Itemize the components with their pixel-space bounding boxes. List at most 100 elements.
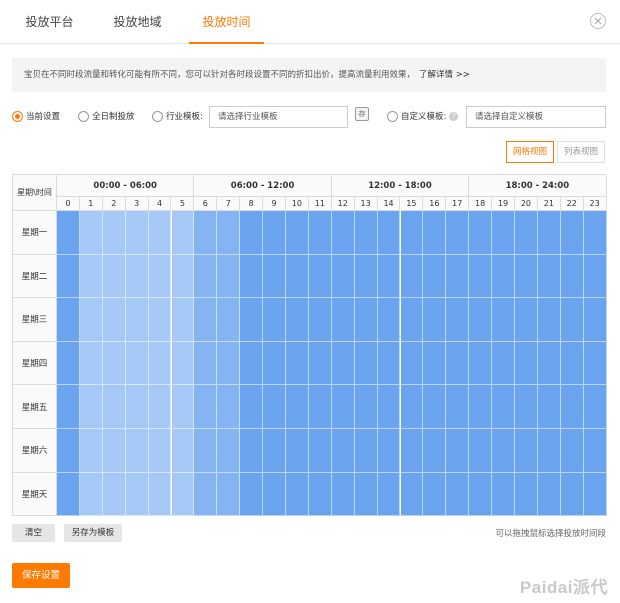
time-slot-cell[interactable] bbox=[560, 429, 584, 473]
tab-platform[interactable]: 投放平台 bbox=[12, 0, 87, 44]
hour-header[interactable]: 4 bbox=[148, 197, 172, 211]
time-slot-cell[interactable] bbox=[194, 211, 218, 255]
time-slot-cell[interactable] bbox=[377, 211, 401, 255]
time-slot-cell[interactable] bbox=[537, 429, 561, 473]
time-slot-cell[interactable] bbox=[148, 385, 172, 429]
clear-button[interactable]: 清空 bbox=[12, 524, 55, 542]
hour-header[interactable]: 6 bbox=[194, 197, 218, 211]
day-label[interactable]: 星期一 bbox=[13, 211, 57, 255]
time-slot-cell[interactable] bbox=[308, 341, 332, 386]
hour-header[interactable]: 21 bbox=[537, 197, 561, 211]
time-slot-cell[interactable] bbox=[240, 298, 264, 342]
time-slot-cell[interactable] bbox=[286, 385, 309, 429]
time-slot-cell[interactable] bbox=[171, 254, 195, 299]
time-slot-cell[interactable] bbox=[377, 254, 401, 299]
time-slot-cell[interactable] bbox=[194, 385, 218, 429]
time-slot-cell[interactable] bbox=[240, 472, 264, 517]
time-slot-cell[interactable] bbox=[537, 385, 561, 429]
time-slot-cell[interactable] bbox=[400, 472, 424, 517]
time-slot-cell[interactable] bbox=[125, 385, 149, 429]
time-slot-cell[interactable] bbox=[469, 254, 493, 299]
time-slot-cell[interactable] bbox=[583, 298, 607, 342]
time-slot-cell[interactable] bbox=[446, 298, 470, 342]
option-current[interactable]: 当前设置 bbox=[12, 110, 60, 122]
time-slot-cell[interactable] bbox=[423, 385, 447, 429]
time-slot-cell[interactable] bbox=[79, 385, 103, 429]
time-slot-cell[interactable] bbox=[286, 429, 309, 473]
day-label[interactable]: 星期五 bbox=[13, 385, 57, 429]
time-slot-cell[interactable] bbox=[263, 385, 286, 429]
time-slot-cell[interactable] bbox=[583, 211, 607, 255]
time-slot-cell[interactable] bbox=[446, 341, 470, 386]
time-slot-cell[interactable] bbox=[446, 429, 470, 473]
hour-header[interactable]: 3 bbox=[125, 197, 149, 211]
radio-allday[interactable] bbox=[78, 110, 89, 122]
time-slot-cell[interactable] bbox=[354, 429, 378, 473]
time-slot-cell[interactable] bbox=[492, 429, 515, 473]
time-slot-cell[interactable] bbox=[537, 211, 561, 255]
hour-header[interactable]: 1 bbox=[79, 197, 103, 211]
time-slot-cell[interactable] bbox=[515, 429, 538, 473]
hour-header[interactable]: 17 bbox=[446, 197, 470, 211]
option-allday[interactable]: 全日制投放 bbox=[78, 110, 135, 122]
time-slot-cell[interactable] bbox=[446, 254, 470, 299]
time-group-header[interactable]: 12:00 - 18:00 bbox=[331, 175, 470, 197]
time-slot-cell[interactable] bbox=[308, 385, 332, 429]
time-slot-cell[interactable] bbox=[537, 254, 561, 299]
time-slot-cell[interactable] bbox=[423, 472, 447, 517]
time-slot-cell[interactable] bbox=[515, 341, 538, 386]
time-slot-cell[interactable] bbox=[400, 298, 424, 342]
time-slot-cell[interactable] bbox=[217, 298, 241, 342]
time-slot-cell[interactable] bbox=[560, 211, 584, 255]
time-slot-cell[interactable] bbox=[148, 211, 172, 255]
time-slot-cell[interactable] bbox=[400, 341, 424, 386]
time-slot-cell[interactable] bbox=[57, 298, 80, 342]
time-slot-cell[interactable] bbox=[171, 341, 195, 386]
time-slot-cell[interactable] bbox=[469, 472, 493, 517]
hour-header[interactable]: 14 bbox=[377, 197, 401, 211]
schedule-grid[interactable]: 星期\时间 00:00 - 06:00 06:00 - 12:00 12:00 - … bbox=[12, 174, 607, 517]
time-slot-cell[interactable] bbox=[583, 472, 607, 517]
time-slot-cell[interactable] bbox=[560, 341, 584, 386]
time-slot-cell[interactable] bbox=[446, 385, 470, 429]
time-slot-cell[interactable] bbox=[217, 429, 241, 473]
time-group-header[interactable]: 00:00 - 06:00 bbox=[57, 175, 195, 197]
time-slot-cell[interactable] bbox=[331, 298, 355, 342]
time-slot-cell[interactable] bbox=[400, 254, 424, 299]
time-slot-cell[interactable] bbox=[102, 254, 126, 299]
time-slot-cell[interactable] bbox=[537, 298, 561, 342]
time-slot-cell[interactable] bbox=[469, 211, 493, 255]
time-slot-cell[interactable] bbox=[148, 472, 172, 517]
time-slot-cell[interactable] bbox=[286, 211, 309, 255]
industry-template-select[interactable]: 请选择行业模板 bbox=[209, 106, 348, 128]
time-slot-cell[interactable] bbox=[331, 254, 355, 299]
time-slot-cell[interactable] bbox=[308, 211, 332, 255]
time-slot-cell[interactable] bbox=[515, 298, 538, 342]
time-slot-cell[interactable] bbox=[263, 472, 286, 517]
hour-header[interactable]: 8 bbox=[240, 197, 264, 211]
hour-header[interactable]: 13 bbox=[354, 197, 378, 211]
time-slot-cell[interactable] bbox=[240, 211, 264, 255]
radio-industry[interactable] bbox=[152, 110, 163, 122]
time-slot-cell[interactable] bbox=[263, 429, 286, 473]
time-slot-cell[interactable] bbox=[492, 298, 515, 342]
hour-header[interactable]: 22 bbox=[560, 197, 584, 211]
hour-header[interactable]: 23 bbox=[583, 197, 607, 211]
time-slot-cell[interactable] bbox=[354, 254, 378, 299]
time-slot-cell[interactable] bbox=[148, 298, 172, 342]
time-slot-cell[interactable] bbox=[102, 298, 126, 342]
time-slot-cell[interactable] bbox=[423, 341, 447, 386]
day-label[interactable]: 星期四 bbox=[13, 341, 57, 386]
time-slot-cell[interactable] bbox=[560, 472, 584, 517]
time-slot-cell[interactable] bbox=[492, 385, 515, 429]
time-slot-cell[interactable] bbox=[469, 298, 493, 342]
hour-header[interactable]: 19 bbox=[492, 197, 515, 211]
time-slot-cell[interactable] bbox=[217, 472, 241, 517]
time-slot-cell[interactable] bbox=[171, 298, 195, 342]
time-slot-cell[interactable] bbox=[423, 429, 447, 473]
time-slot-cell[interactable] bbox=[354, 211, 378, 255]
time-slot-cell[interactable] bbox=[400, 211, 424, 255]
time-slot-cell[interactable] bbox=[423, 254, 447, 299]
time-slot-cell[interactable] bbox=[194, 472, 218, 517]
option-custom[interactable]: 自定义模板: ? bbox=[387, 110, 459, 122]
